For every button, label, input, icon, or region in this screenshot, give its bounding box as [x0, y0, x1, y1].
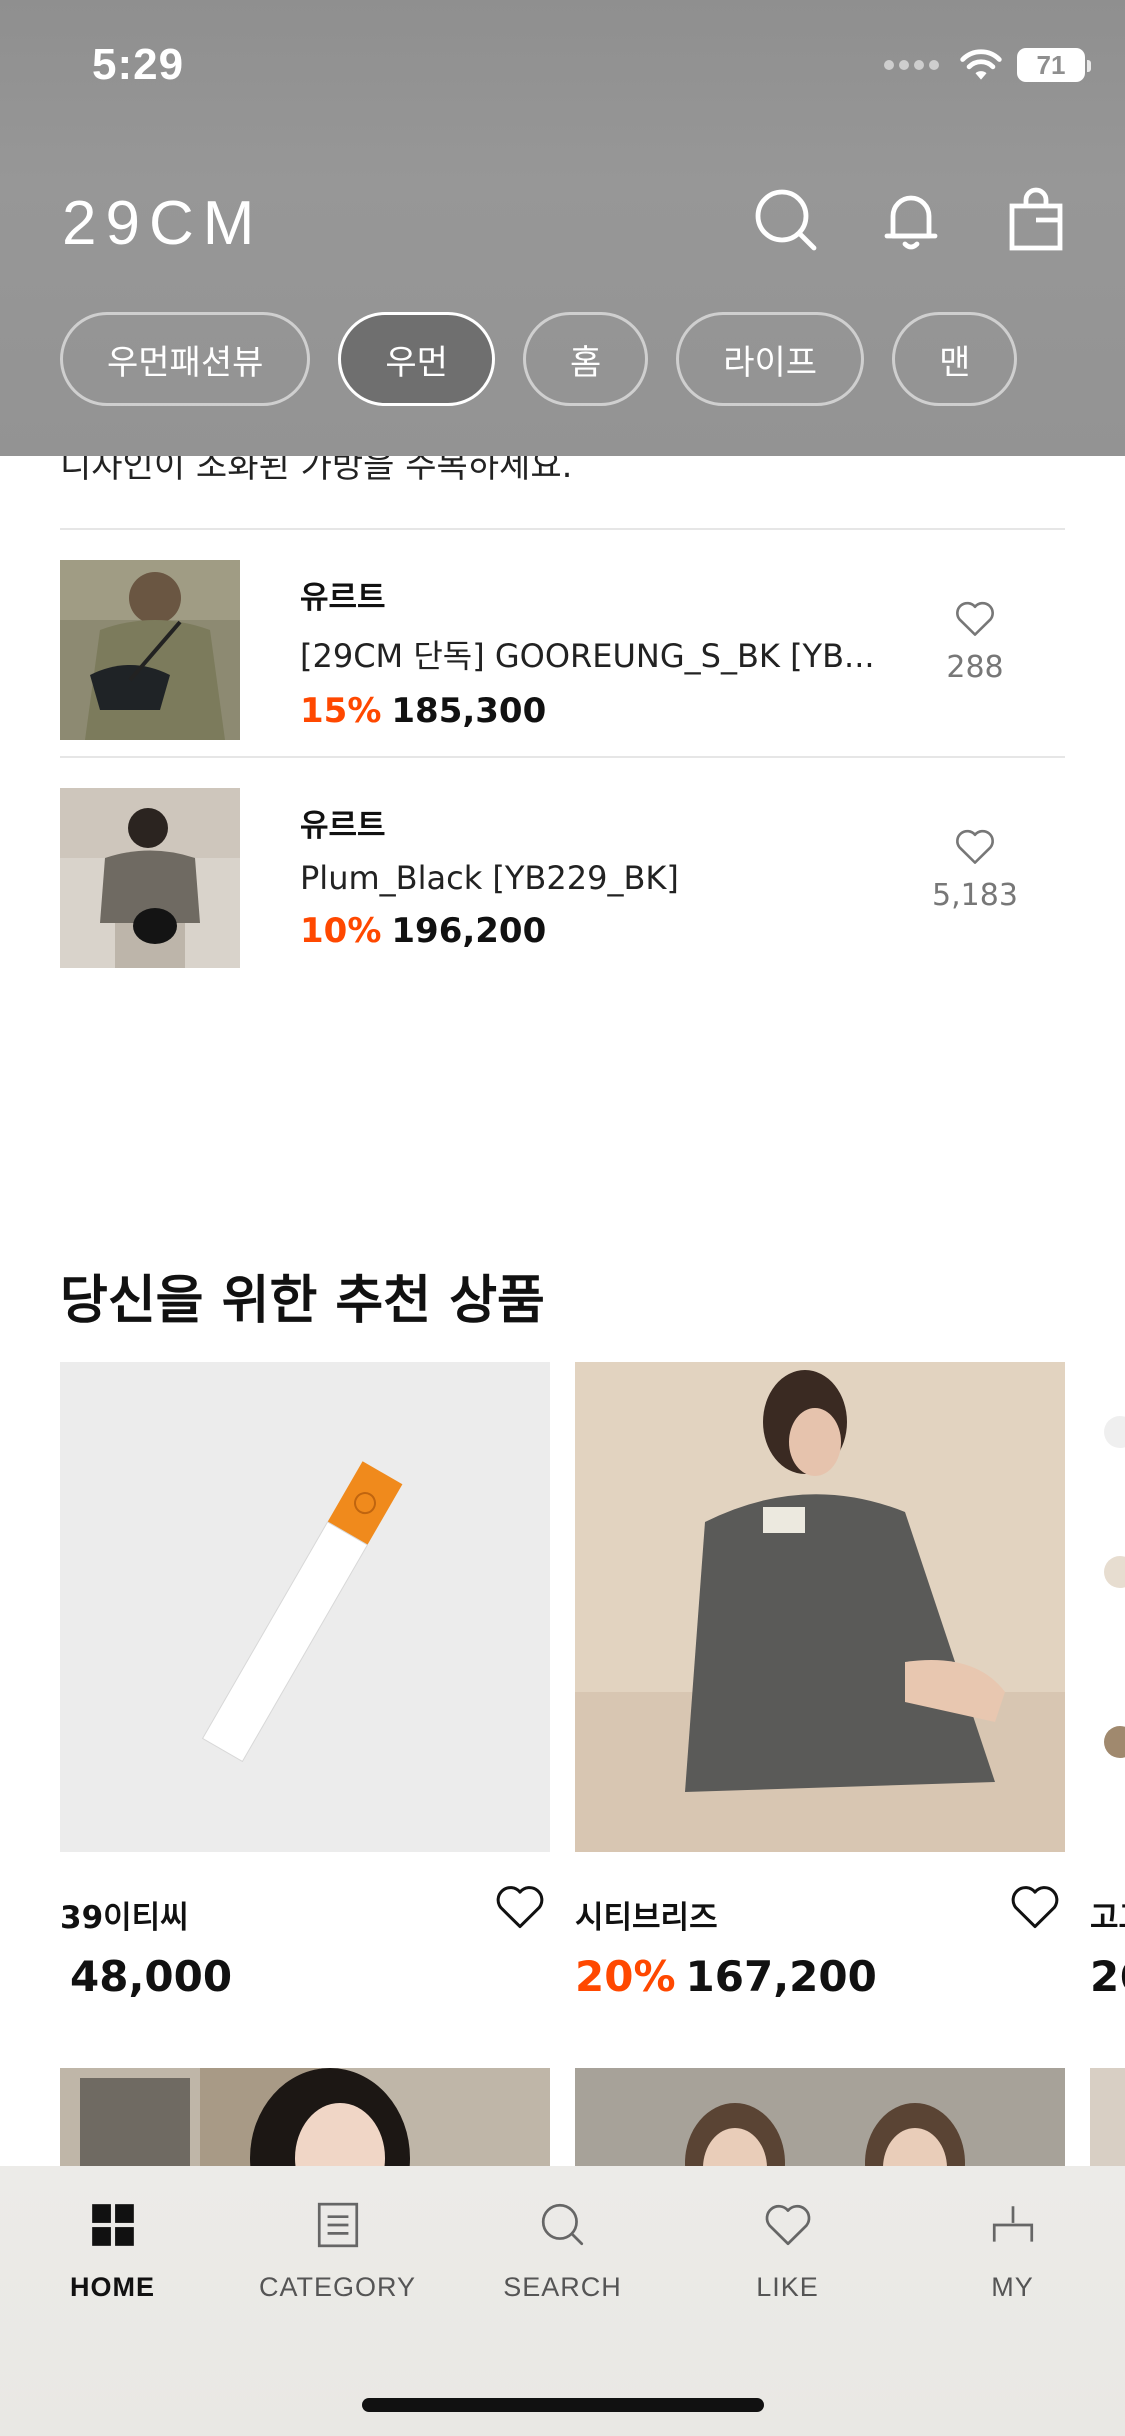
shopping-bag-icon	[1009, 187, 1063, 251]
chip-womenfashionbeauty[interactable]: 우먼패션뷰	[60, 312, 311, 406]
signal-icon	[884, 60, 939, 70]
home-grid-icon	[91, 2204, 134, 2246]
product-card[interactable]: 고고 26	[1090, 1362, 1125, 2062]
bottom-tab-bar: HOME CATEGORY SEARCH LIKE MY	[0, 2166, 1125, 2436]
chip-life[interactable]: 라이프	[676, 312, 865, 406]
chip-women[interactable]: 우먼	[338, 312, 495, 406]
price-line: 20% 167,200	[575, 1952, 877, 2001]
heart-icon	[765, 2204, 810, 2246]
price: 167,200	[685, 1952, 877, 2001]
battery-level: 71	[1036, 49, 1066, 80]
like-button[interactable]	[494, 1882, 546, 1930]
tab-category[interactable]: CATEGORY	[225, 2200, 450, 2303]
chip-home[interactable]: 홈	[522, 312, 649, 406]
bell-icon	[884, 195, 938, 250]
heart-icon	[956, 829, 994, 864]
heart-icon	[496, 1886, 544, 1929]
divider	[60, 756, 1065, 758]
notification-button[interactable]	[877, 186, 945, 254]
home-indicator	[362, 2398, 764, 2412]
brand-name: 유르트	[300, 580, 386, 616]
brand-name: 시티브리즈	[575, 1900, 718, 1936]
search-icon	[541, 2203, 583, 2246]
heart-icon	[956, 601, 994, 636]
tab-label: LIKE	[756, 2272, 819, 2302]
tab-home[interactable]: HOME	[0, 2200, 225, 2303]
cart-button[interactable]	[1002, 186, 1070, 254]
category-list-icon	[317, 2202, 358, 2248]
price: 196,200	[391, 911, 547, 951]
price-line: 15% 185,300	[300, 691, 940, 731]
tab-label: MY	[991, 2272, 1034, 2302]
chip-men[interactable]: 맨	[892, 312, 1018, 406]
price: 48,000	[70, 1952, 233, 2001]
tab-my[interactable]: MY	[900, 2200, 1125, 2303]
brand-name: 유르트	[300, 808, 386, 844]
status-indicators: 71	[884, 48, 1091, 82]
ranked-item-info: 유르트 Plum_Black [YB229_BK] 10% 196,200	[300, 800, 940, 951]
ranked-item[interactable]: 유르트 [29CM 단독] GOOREUNG_S_BK [YB... 15% 18…	[60, 560, 1065, 740]
price: 185,300	[391, 691, 547, 731]
like-count: 288	[946, 650, 1004, 685]
product-thumbnail[interactable]	[60, 560, 240, 740]
brand-name: 고고	[1090, 1900, 1125, 1936]
app-logo[interactable]: 29CM	[62, 188, 263, 259]
tab-label: HOME	[70, 2272, 155, 2302]
like-button[interactable]: 288	[915, 598, 1035, 685]
wifi-icon	[960, 49, 1002, 80]
divider	[60, 528, 1065, 530]
status-time: 5:29	[92, 40, 185, 89]
price-line: 10% 196,200	[300, 911, 940, 951]
heart-icon	[1011, 1886, 1059, 1929]
discount-rate: 15%	[300, 691, 382, 731]
tab-like[interactable]: LIKE	[675, 2200, 900, 2303]
like-button[interactable]: 5,183	[915, 826, 1035, 913]
product-image[interactable]	[60, 1362, 550, 1852]
like-count: 5,183	[932, 878, 1018, 913]
top-header: 5:29 71 29CM 우먼패션뷰 우먼 홈 라이프 맨	[0, 0, 1125, 456]
tab-label: SEARCH	[503, 2272, 622, 2302]
person-icon	[992, 2206, 1033, 2242]
section-title: 당신을 위한 추천 상품	[60, 1271, 545, 1331]
product-thumbnail[interactable]	[60, 788, 240, 968]
battery-icon: 71	[1017, 48, 1091, 82]
discount-rate: 20%	[575, 1952, 676, 2001]
ranked-item-info: 유르트 [29CM 단독] GOOREUNG_S_BK [YB... 15% 18…	[300, 572, 940, 731]
search-button[interactable]	[752, 186, 820, 254]
product-name: Plum_Black [YB229_BK]	[300, 859, 679, 897]
product-image[interactable]	[60, 2068, 550, 2166]
discount-rate: 10%	[300, 911, 382, 951]
ranked-item[interactable]: 유르트 Plum_Black [YB229_BK] 10% 196,200 5,1…	[60, 788, 1065, 968]
tab-label: CATEGORY	[258, 2272, 417, 2302]
product-name: [29CM 단독] GOOREUNG_S_BK [YB...	[300, 637, 875, 675]
search-icon	[755, 189, 817, 251]
price: 26	[1090, 1952, 1125, 2001]
price-line: 48,000	[60, 1952, 232, 2001]
brand-name: 39이티씨	[60, 1900, 189, 1936]
like-button[interactable]	[1009, 1882, 1061, 1930]
category-chip-row: 우먼패션뷰 우먼 홈 라이프 맨	[60, 312, 1018, 406]
product-image[interactable]	[575, 1362, 1065, 1852]
product-card[interactable]: 시티브리즈 20% 167,200	[575, 1362, 1065, 2001]
product-card[interactable]: 39이티씨 48,000	[60, 1362, 550, 2001]
product-image[interactable]	[575, 2068, 1065, 2166]
tab-search[interactable]: SEARCH	[450, 2200, 675, 2303]
product-image[interactable]	[1090, 1362, 1125, 1852]
product-image[interactable]	[1090, 2068, 1125, 2166]
